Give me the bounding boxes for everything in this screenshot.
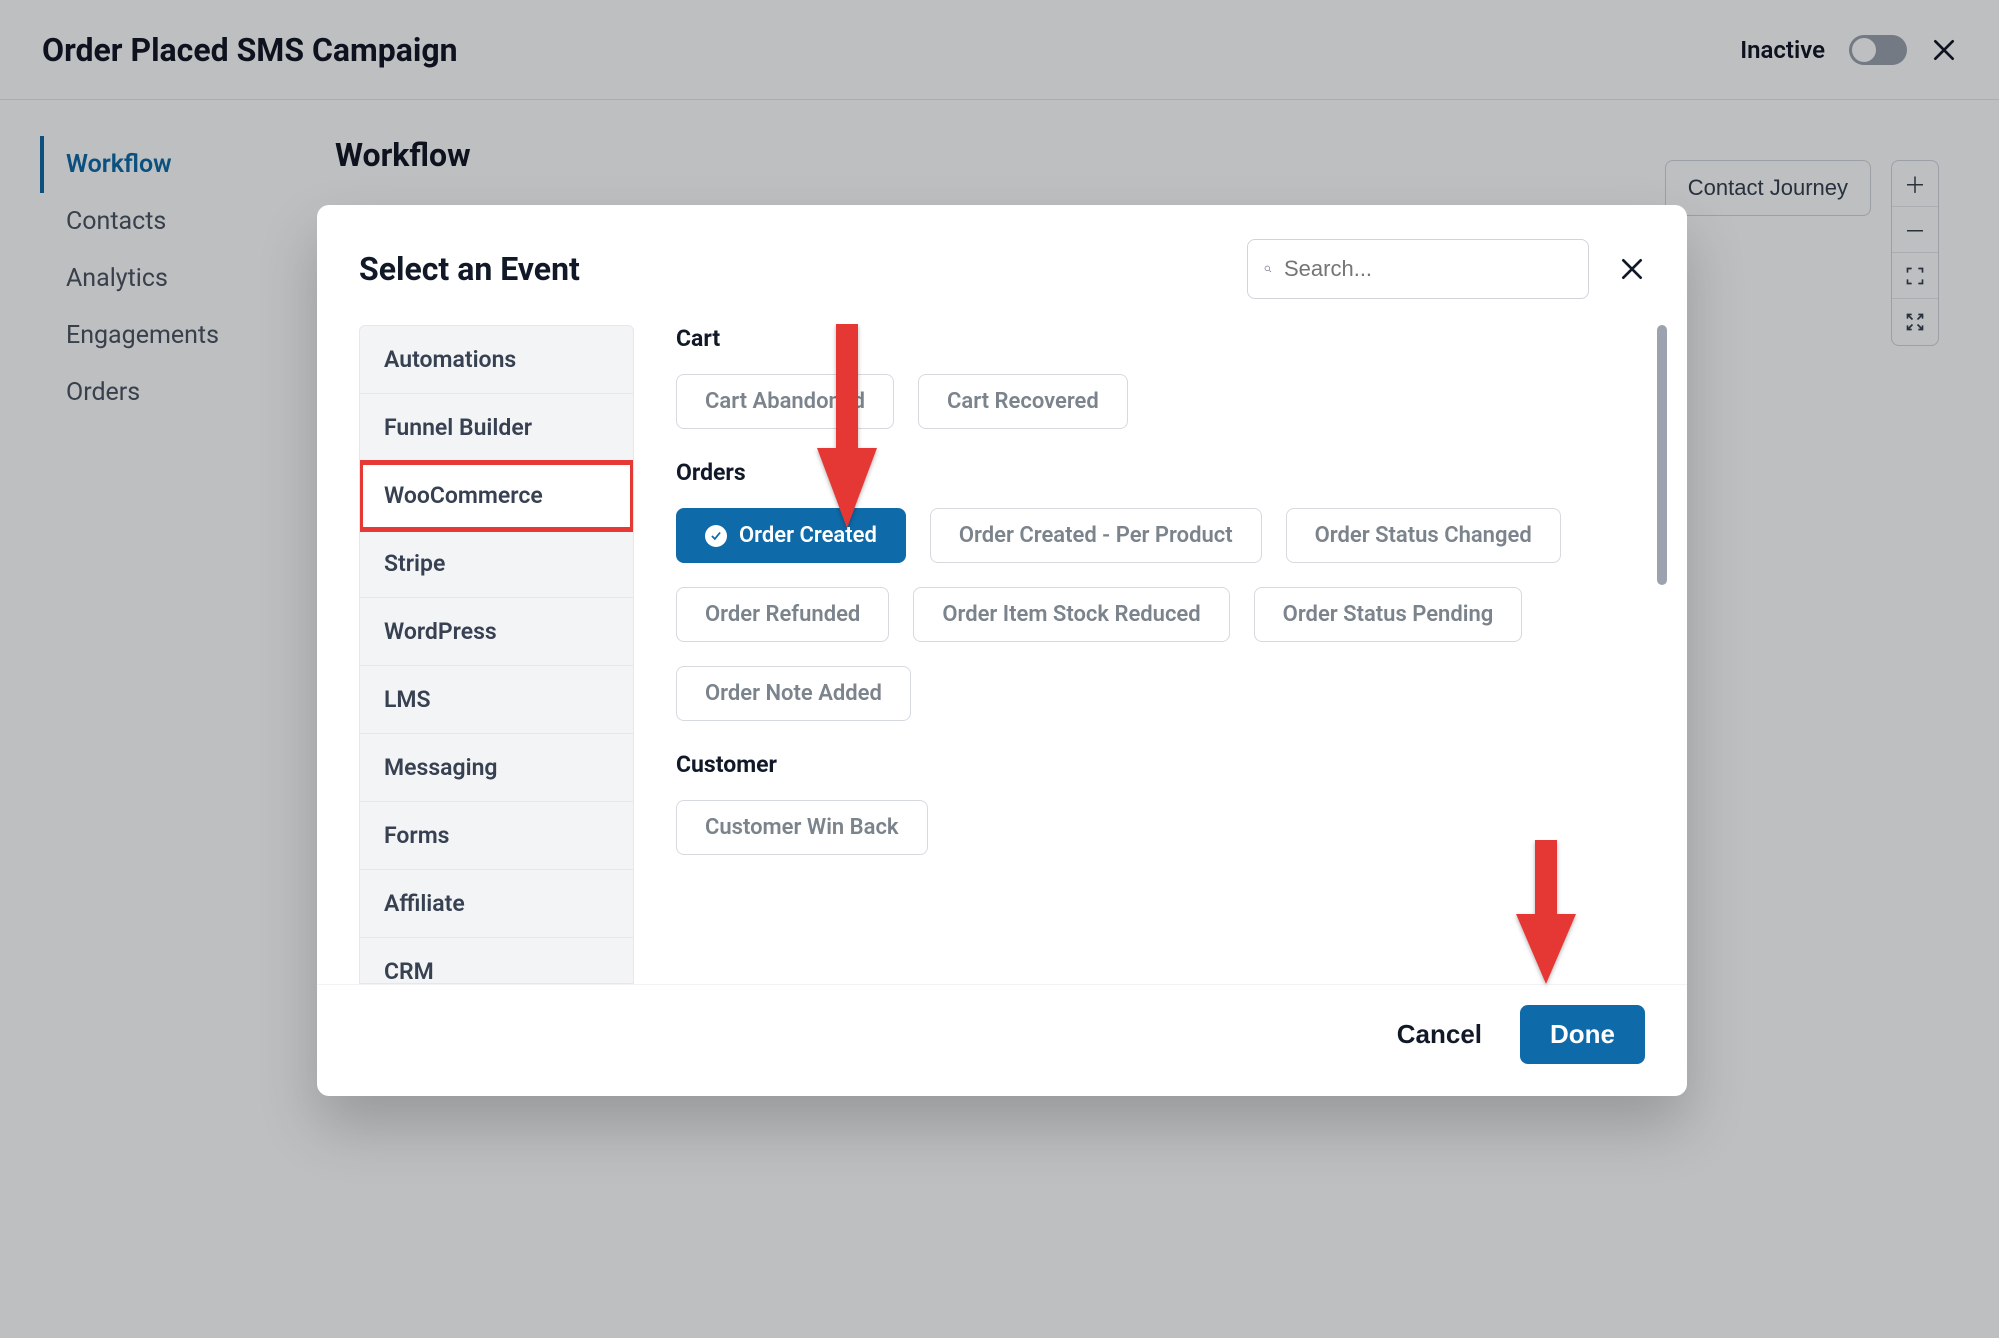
category-item-affiliate[interactable]: Affiliate bbox=[360, 870, 633, 938]
side-nav-item-orders[interactable]: Orders bbox=[40, 364, 305, 421]
event-cart-abandoned[interactable]: Cart Abandoned bbox=[676, 374, 894, 429]
event-label: Order Refunded bbox=[705, 602, 860, 627]
event-label: Order Created - Per Product bbox=[959, 523, 1233, 548]
event-order-item-stock-reduced[interactable]: Order Item Stock Reduced bbox=[913, 587, 1229, 642]
section-title-orders: Orders bbox=[676, 459, 1633, 486]
category-item-crm[interactable]: CRM bbox=[360, 938, 633, 984]
canvas-toolbar: Contact Journey ＋ － bbox=[1665, 160, 1939, 346]
check-icon bbox=[705, 525, 727, 547]
category-item-automations[interactable]: Automations bbox=[360, 326, 633, 394]
category-item-wordpress[interactable]: WordPress bbox=[360, 598, 633, 666]
event-label: Cart Recovered bbox=[947, 389, 1099, 414]
minus-icon: － bbox=[1904, 214, 1926, 246]
event-label: Order Status Pending bbox=[1283, 602, 1494, 627]
event-chip-row: Cart Abandoned Cart Recovered bbox=[676, 374, 1633, 429]
event-order-created-per-product[interactable]: Order Created - Per Product bbox=[930, 508, 1262, 563]
event-chip-row: Customer Win Back bbox=[676, 800, 1633, 855]
event-order-refunded[interactable]: Order Refunded bbox=[676, 587, 889, 642]
side-nav-item-workflow[interactable]: Workflow bbox=[40, 136, 305, 193]
close-button[interactable] bbox=[1931, 37, 1957, 63]
side-nav: WorkflowContactsAnalyticsEngagementsOrde… bbox=[0, 100, 305, 1338]
search-box[interactable] bbox=[1247, 239, 1589, 299]
event-cart-recovered[interactable]: Cart Recovered bbox=[918, 374, 1128, 429]
side-nav-item-engagements[interactable]: Engagements bbox=[40, 307, 305, 364]
header-controls: Inactive bbox=[1740, 35, 1957, 65]
modal-title: Select an Event bbox=[359, 250, 580, 288]
event-order-status-changed[interactable]: Order Status Changed bbox=[1286, 508, 1561, 563]
category-item-stripe[interactable]: Stripe bbox=[360, 530, 633, 598]
fullscreen-button[interactable] bbox=[1892, 299, 1938, 345]
event-chip-row: Order Created Order Created - Per Product… bbox=[676, 508, 1633, 721]
zoom-out-button[interactable]: － bbox=[1892, 207, 1938, 253]
category-item-funnel-builder[interactable]: Funnel Builder bbox=[360, 394, 633, 462]
close-icon bbox=[1931, 37, 1957, 63]
event-order-status-pending[interactable]: Order Status Pending bbox=[1254, 587, 1523, 642]
event-label: Order Item Stock Reduced bbox=[942, 602, 1200, 627]
event-order-created[interactable]: Order Created bbox=[676, 508, 906, 563]
event-label: Cart Abandoned bbox=[705, 389, 865, 414]
side-nav-item-analytics[interactable]: Analytics bbox=[40, 250, 305, 307]
modal-header: Select an Event bbox=[317, 205, 1687, 325]
category-item-messaging[interactable]: Messaging bbox=[360, 734, 633, 802]
cancel-button[interactable]: Cancel bbox=[1397, 1019, 1482, 1050]
event-label: Customer Win Back bbox=[705, 815, 899, 840]
events-pane: Cart Cart Abandoned Cart Recovered Orders Or… bbox=[634, 325, 1667, 984]
event-customer-win-back[interactable]: Customer Win Back bbox=[676, 800, 928, 855]
status-label: Inactive bbox=[1740, 36, 1825, 64]
event-label: Order Created bbox=[739, 523, 877, 548]
expand-icon bbox=[1905, 312, 1925, 332]
category-item-forms[interactable]: Forms bbox=[360, 802, 633, 870]
category-item-lms[interactable]: LMS bbox=[360, 666, 633, 734]
close-icon bbox=[1619, 256, 1645, 282]
contact-journey-button[interactable]: Contact Journey bbox=[1665, 160, 1871, 216]
done-button[interactable]: Done bbox=[1520, 1005, 1645, 1064]
search-icon bbox=[1264, 258, 1272, 280]
section-title-customer: Customer bbox=[676, 751, 1633, 778]
category-list: AutomationsFunnel BuilderWooCommerceStri… bbox=[359, 325, 634, 984]
category-item-woocommerce[interactable]: WooCommerce bbox=[360, 462, 633, 530]
side-nav-item-contacts[interactable]: Contacts bbox=[40, 193, 305, 250]
event-label: Order Note Added bbox=[705, 681, 882, 706]
select-event-modal: Select an Event AutomationsFunnel Builde… bbox=[317, 205, 1687, 1096]
zoom-controls: ＋ － bbox=[1891, 160, 1939, 346]
event-order-note-added[interactable]: Order Note Added bbox=[676, 666, 911, 721]
event-label: Order Status Changed bbox=[1315, 523, 1532, 548]
page-header: Order Placed SMS Campaign Inactive bbox=[0, 0, 1999, 100]
scrollbar[interactable] bbox=[1657, 325, 1667, 585]
active-toggle[interactable] bbox=[1849, 35, 1907, 65]
fit-icon bbox=[1905, 266, 1925, 286]
search-input[interactable] bbox=[1284, 256, 1572, 282]
modal-close-button[interactable] bbox=[1619, 256, 1645, 282]
zoom-in-button[interactable]: ＋ bbox=[1892, 161, 1938, 207]
modal-footer: Cancel Done bbox=[317, 984, 1687, 1096]
plus-icon: ＋ bbox=[1904, 168, 1926, 200]
fit-screen-button[interactable] bbox=[1892, 253, 1938, 299]
section-title-cart: Cart bbox=[676, 325, 1633, 352]
page-title: Order Placed SMS Campaign bbox=[42, 31, 458, 69]
